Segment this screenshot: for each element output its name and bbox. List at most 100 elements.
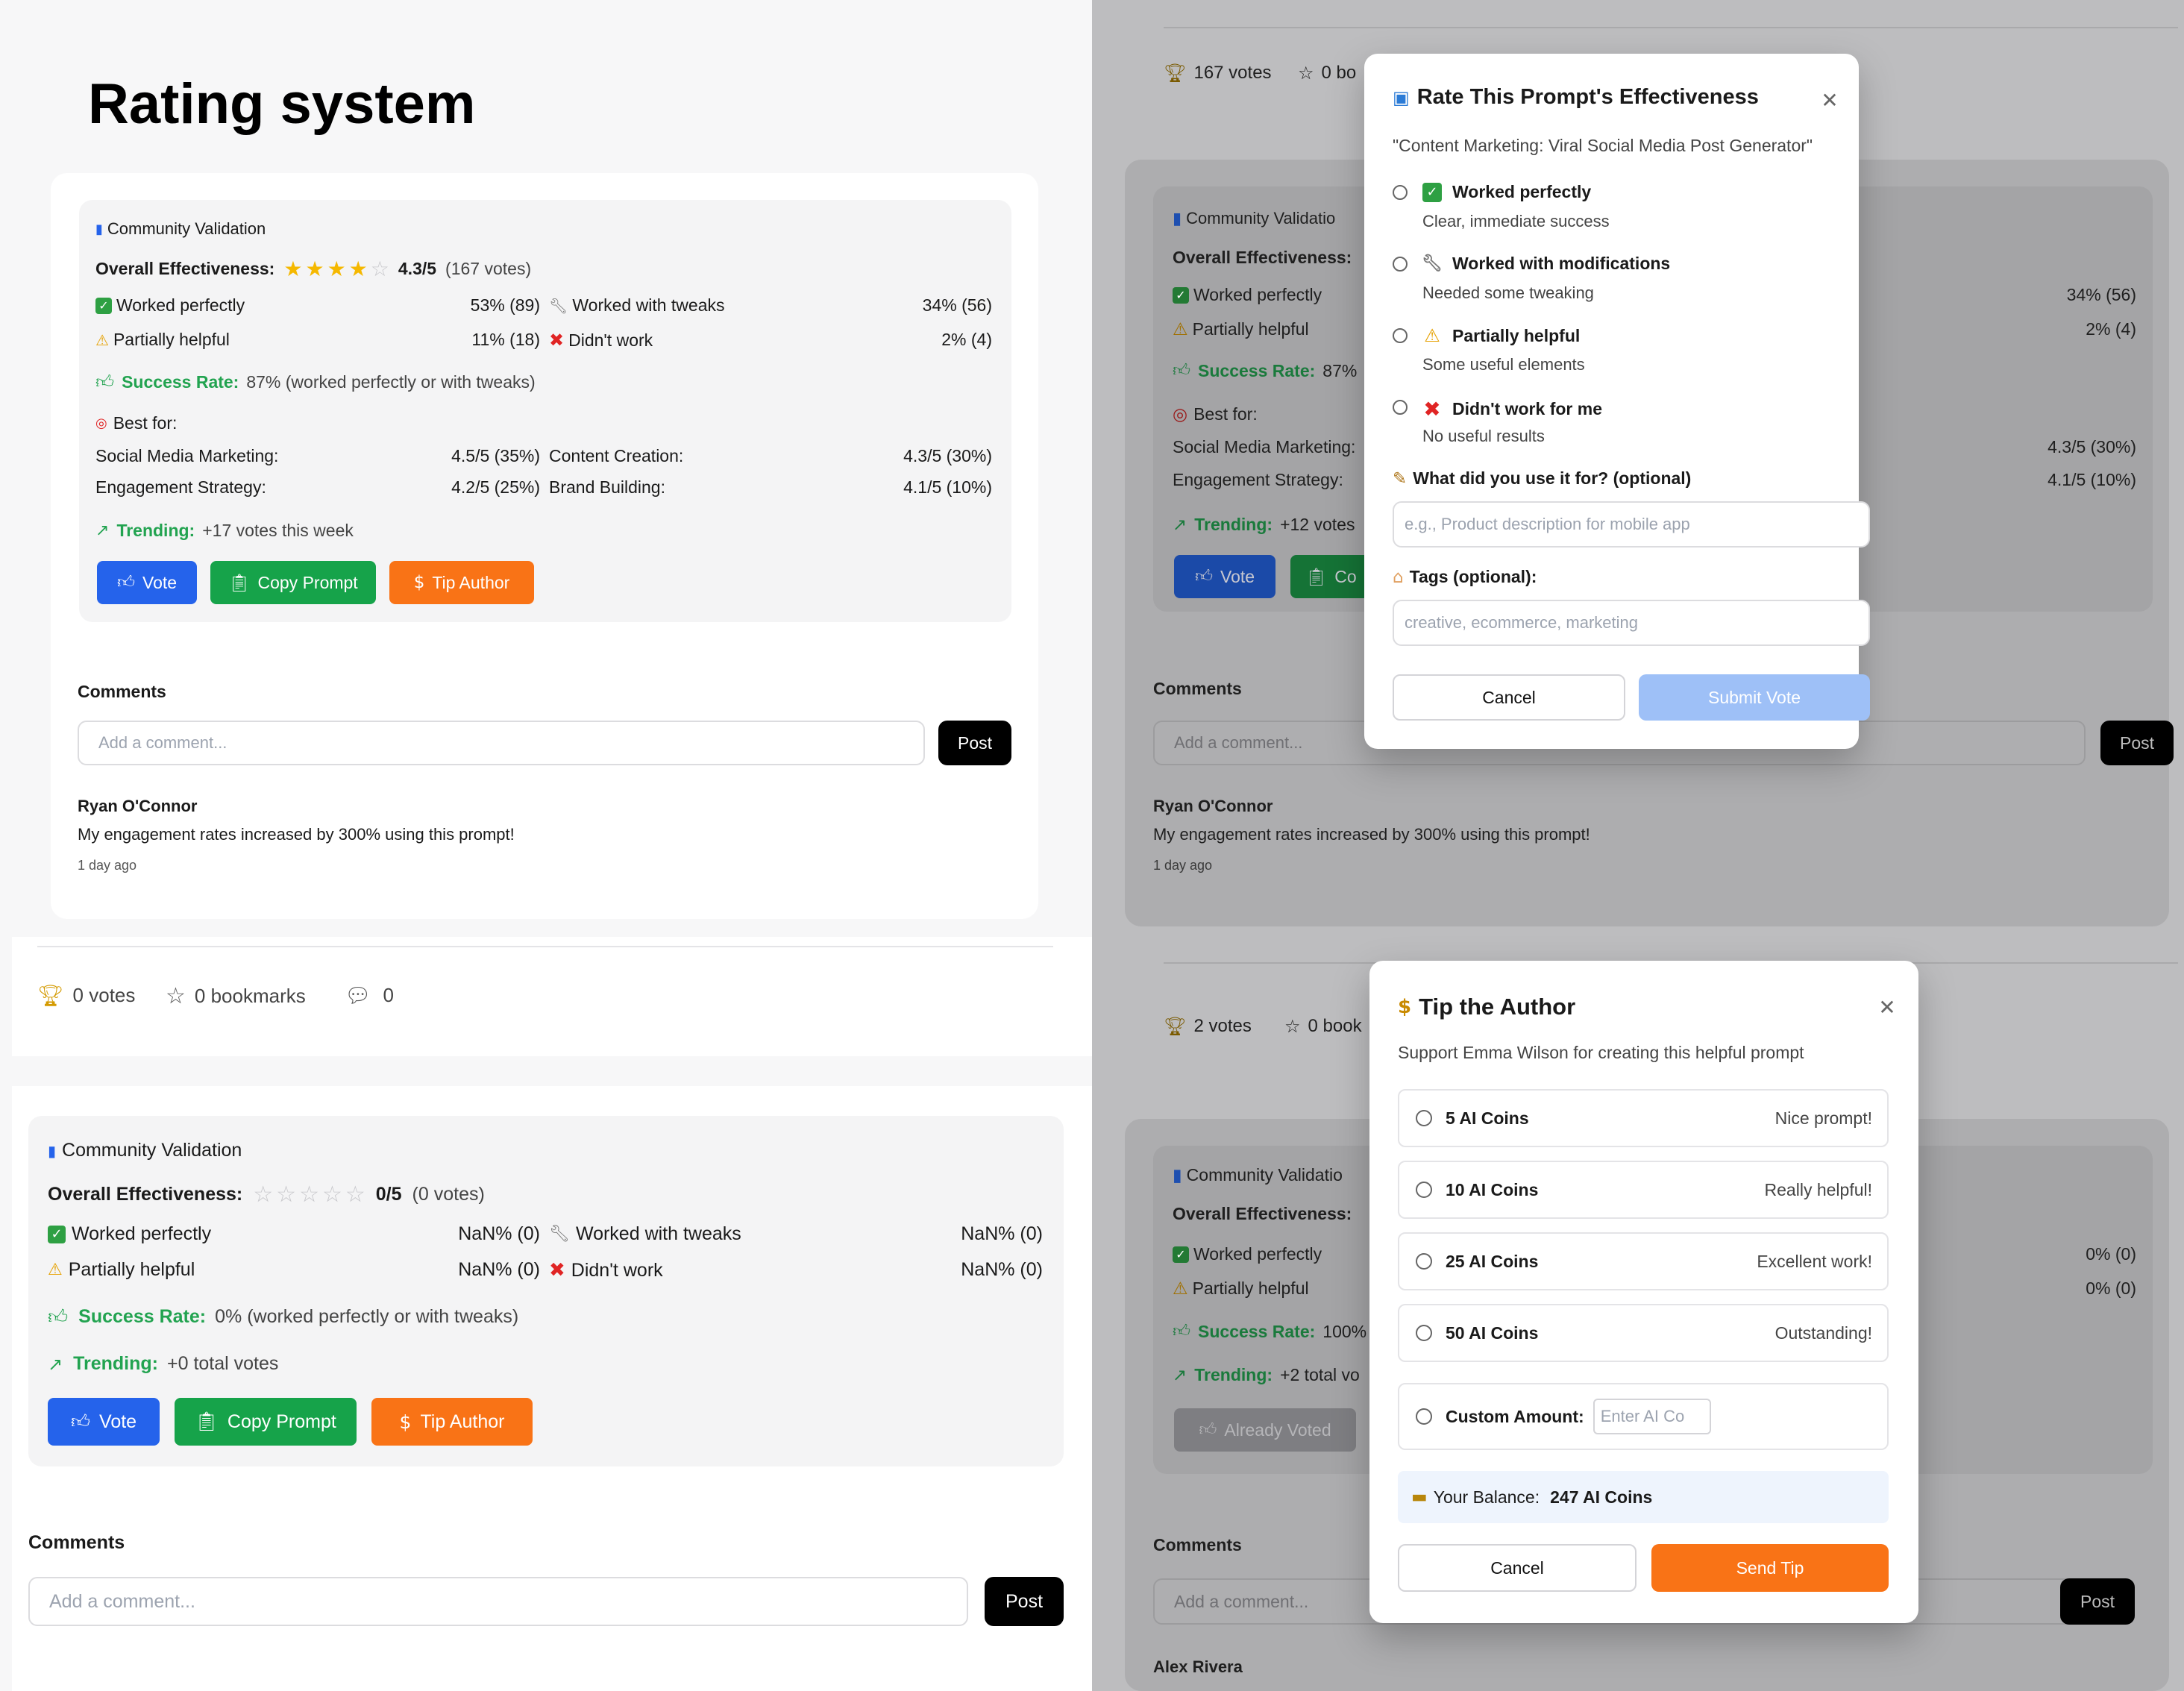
breakdown-value: 34% (56) — [2066, 285, 2136, 304]
trending: ↗ Trending: +12 votes — [1173, 515, 1355, 535]
star-icon: ☆ — [1284, 1016, 1301, 1037]
breakdown-value: 0% (0) — [2086, 1279, 2136, 1298]
money-bag-icon: $ — [1398, 996, 1412, 1018]
radio-button[interactable] — [1393, 257, 1408, 272]
close-icon[interactable]: ✕ — [1874, 994, 1901, 1020]
star-empty-icon: ☆ — [370, 257, 389, 281]
copy-prompt-button[interactable]: 📋︎ Copy Prompt — [210, 561, 376, 604]
radio-button[interactable] — [1416, 1110, 1432, 1126]
check-icon: ✓ — [1173, 1246, 1189, 1263]
post-button[interactable]: Post — [985, 1577, 1064, 1626]
radio-button[interactable] — [1416, 1408, 1432, 1425]
star-empty-icon: ☆ — [253, 1182, 274, 1208]
best-for-item: Engagement Strategy: — [95, 477, 266, 497]
x-icon: ✖ — [1423, 397, 1441, 421]
comments-heading: Comments — [1153, 679, 1242, 698]
tip-option[interactable]: 5 AI Coins Nice prompt! — [1398, 1089, 1889, 1147]
wrench-icon: 🔧︎ — [1422, 254, 1443, 273]
best-for-value: 4.1/5 (10%) — [2048, 470, 2136, 489]
vote-button: 👍︎ Vote — [1174, 555, 1275, 598]
warning-icon: ⚠ — [95, 330, 109, 349]
tip-option[interactable]: 10 AI Coins Really helpful! — [1398, 1161, 1889, 1219]
use-case-input[interactable]: e.g., Product description for mobile app — [1393, 501, 1870, 548]
breakdown-didnt-work: ✖ Didn't work — [549, 330, 653, 351]
radio-button[interactable] — [1393, 400, 1408, 415]
radio-button[interactable] — [1393, 185, 1408, 200]
use-label: ✎ What did you use it for? (optional) — [1393, 468, 1692, 489]
trophy-icon: 🏆︎ — [1164, 1016, 1187, 1037]
thumbs-up-icon: 👍︎ — [70, 1411, 91, 1432]
custom-amount-input[interactable]: Enter AI Co — [1592, 1399, 1711, 1434]
copy-prompt-button[interactable]: 📋︎ Copy Prompt — [175, 1398, 357, 1446]
overall-effectiveness: Overall Effectiveness: — [1173, 248, 1352, 267]
rate-modal-title: ▣ Rate This Prompt's Effectiveness — [1393, 85, 1759, 109]
comment-text: My engagement rates increased by 300% us… — [1153, 825, 1590, 844]
tag-icon: ⌂ — [1393, 567, 1404, 587]
warning-icon: ⚠ — [1424, 325, 1440, 346]
bookmarks-count: ☆ 0 bo — [1298, 63, 1357, 84]
radio-button[interactable] — [1416, 1182, 1432, 1198]
bookmarks-count[interactable]: ☆ 0 bookmarks — [166, 983, 306, 1009]
validation-heading: ▮ Community Validatio — [1173, 1165, 1343, 1185]
trending-up-icon: ↗ — [1173, 1365, 1187, 1385]
trending-up-icon: ↗ — [1173, 515, 1187, 535]
comment-time: 1 day ago — [1153, 858, 1213, 873]
star-rating: ☆ ☆ ☆ ☆ ☆ — [253, 1182, 365, 1208]
submit-vote-button[interactable]: Submit Vote — [1639, 674, 1870, 721]
best-for-item: Content Creation: — [549, 446, 684, 465]
radio-button[interactable] — [1416, 1253, 1432, 1270]
thumbs-up-icon: 👍︎ — [116, 572, 135, 592]
cancel-button[interactable]: Cancel — [1393, 674, 1625, 721]
best-for-value: 4.3/5 (30%) — [903, 446, 992, 465]
trending-up-icon: ↗ — [48, 1353, 63, 1375]
close-icon[interactable]: ✕ — [1816, 87, 1843, 113]
comment-input[interactable]: Add a comment... — [78, 721, 925, 765]
comment-bubble-icon: 💬︎ — [345, 983, 371, 1008]
success-rate: 👍︎ Success Rate: 100% — [1173, 1322, 1367, 1341]
vote-button[interactable]: 👍︎ Vote — [97, 561, 197, 604]
best-for-value: 4.3/5 (30%) — [2048, 437, 2136, 457]
trending-up-icon: ↗ — [95, 521, 110, 540]
tip-option-custom[interactable]: Custom Amount: Enter AI Co — [1398, 1383, 1889, 1450]
votes-count: 🏆︎ 2 votes — [1164, 1016, 1252, 1037]
chart-icon: ▮ — [48, 1141, 57, 1160]
vote-button[interactable]: 👍︎ Vote — [48, 1398, 160, 1446]
star-empty-icon: ☆ — [276, 1182, 297, 1208]
radio-button[interactable] — [1416, 1325, 1432, 1341]
comments-count[interactable]: 💬︎ 0 — [345, 983, 394, 1008]
trophy-icon: 🏆︎ — [37, 983, 64, 1008]
comment-input[interactable]: Add a comment... — [28, 1577, 968, 1626]
trending: ↗ Trending: +2 total vo — [1173, 1365, 1360, 1385]
breakdown-value: 2% (4) — [941, 330, 992, 349]
tags-input[interactable]: creative, ecommerce, marketing — [1393, 600, 1870, 646]
validation-heading: ▮ Community Validation — [48, 1140, 242, 1161]
breakdown-value: 11% (18) — [471, 330, 540, 349]
best-for-item: Engagement Strategy: — [1173, 470, 1343, 489]
cancel-button[interactable]: Cancel — [1398, 1544, 1637, 1592]
tip-author-button[interactable]: $ Tip Author — [389, 561, 534, 604]
breakdown-value: NaN% (0) — [458, 1223, 540, 1244]
rate-modal: ▣ Rate This Prompt's Effectiveness ✕ "Co… — [1364, 54, 1870, 749]
overall-effectiveness: Overall Effectiveness: ☆ ☆ ☆ ☆ ☆ 0/5 (0 vote… — [48, 1182, 485, 1208]
money-bag-icon: $ — [413, 573, 425, 592]
star-rating: ★ ★ ★ ★ ☆ — [283, 257, 389, 281]
send-tip-button[interactable]: Send Tip — [1651, 1544, 1889, 1592]
votes-count[interactable]: 🏆︎ 0 votes — [37, 983, 135, 1008]
tip-option[interactable]: 25 AI Coins Excellent work! — [1398, 1232, 1889, 1290]
page-title: Rating system — [88, 72, 476, 136]
breakdown-value: 2% (4) — [2086, 319, 2136, 339]
radio-button[interactable] — [1393, 328, 1408, 343]
star-icon: ★ — [348, 257, 368, 281]
votes-count: 🏆︎ 167 votes — [1164, 63, 1272, 84]
star-icon: ★ — [283, 257, 303, 281]
x-icon: ✖ — [549, 1259, 565, 1281]
comment-author: Alex Rivera — [1153, 1657, 1243, 1676]
star-icon: ☆ — [1298, 63, 1314, 84]
post-button[interactable]: Post — [938, 721, 1011, 765]
breakdown-value: NaN% (0) — [961, 1259, 1043, 1280]
best-for-value: 4.1/5 (10%) — [903, 477, 992, 497]
tip-author-button[interactable]: $ Tip Author — [371, 1398, 533, 1446]
tip-option[interactable]: 50 AI Coins Outstanding! — [1398, 1304, 1889, 1362]
tip-subtitle: Support Emma Wilson for creating this he… — [1398, 1043, 1804, 1062]
clipboard-icon: 📋︎ — [1305, 567, 1328, 587]
